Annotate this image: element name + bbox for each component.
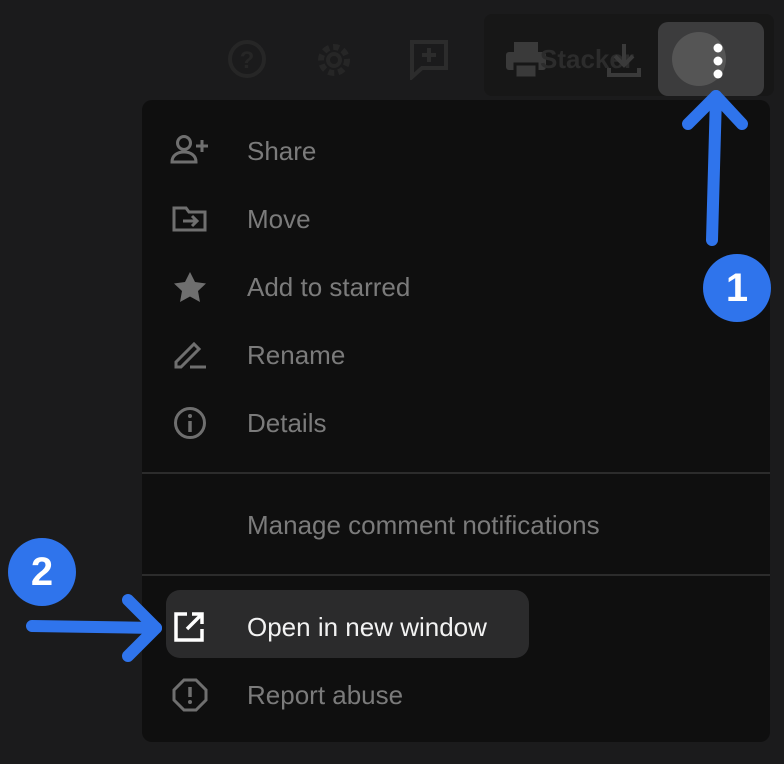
step-badge-1: 1: [703, 254, 771, 322]
arrow-to-more-button: [682, 90, 748, 246]
annotation-arrows: [26, 90, 748, 662]
arrow-to-open-in-new-window: [26, 594, 162, 662]
step-badge-2: 2: [8, 538, 76, 606]
